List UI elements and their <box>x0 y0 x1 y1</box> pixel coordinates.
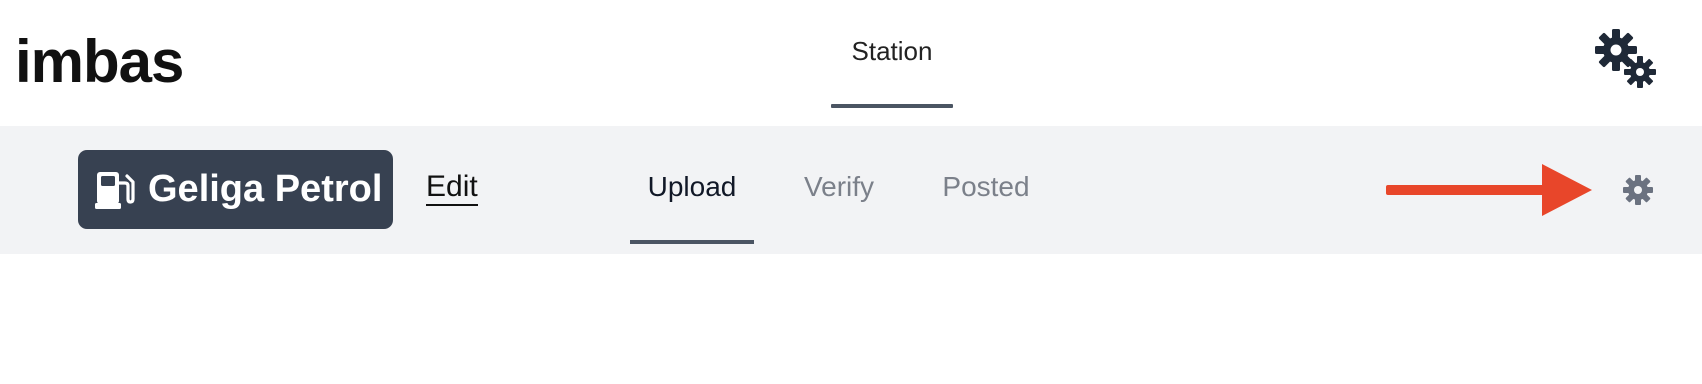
edit-link[interactable]: Edit <box>426 170 478 206</box>
top-navbar: imbas Station <box>0 0 1702 126</box>
gas-pump-icon <box>95 171 135 209</box>
active-tab-indicator <box>831 104 953 108</box>
tab-verify[interactable]: Verify <box>798 126 880 244</box>
tab-posted[interactable]: Posted <box>938 126 1034 244</box>
station-name: Geliga Petrol <box>148 168 383 210</box>
tab-posted-label: Posted <box>942 171 1030 202</box>
gear-icon[interactable] <box>1622 174 1654 206</box>
tab-upload-label: Upload <box>647 171 737 202</box>
station-toolbar: Geliga Petrol Edit Upload Verify Posted <box>0 126 1702 254</box>
active-tab-indicator <box>630 240 754 244</box>
tab-station-label: Station <box>851 36 933 66</box>
app-brand[interactable]: imbas <box>15 22 184 102</box>
station-badge[interactable]: Geliga Petrol <box>78 150 393 229</box>
annotation-arrow <box>1386 164 1592 216</box>
tab-verify-label: Verify <box>803 171 875 202</box>
tab-upload[interactable]: Upload <box>630 126 754 244</box>
tab-station[interactable]: Station <box>831 0 953 108</box>
gears-icon[interactable] <box>1594 28 1660 92</box>
